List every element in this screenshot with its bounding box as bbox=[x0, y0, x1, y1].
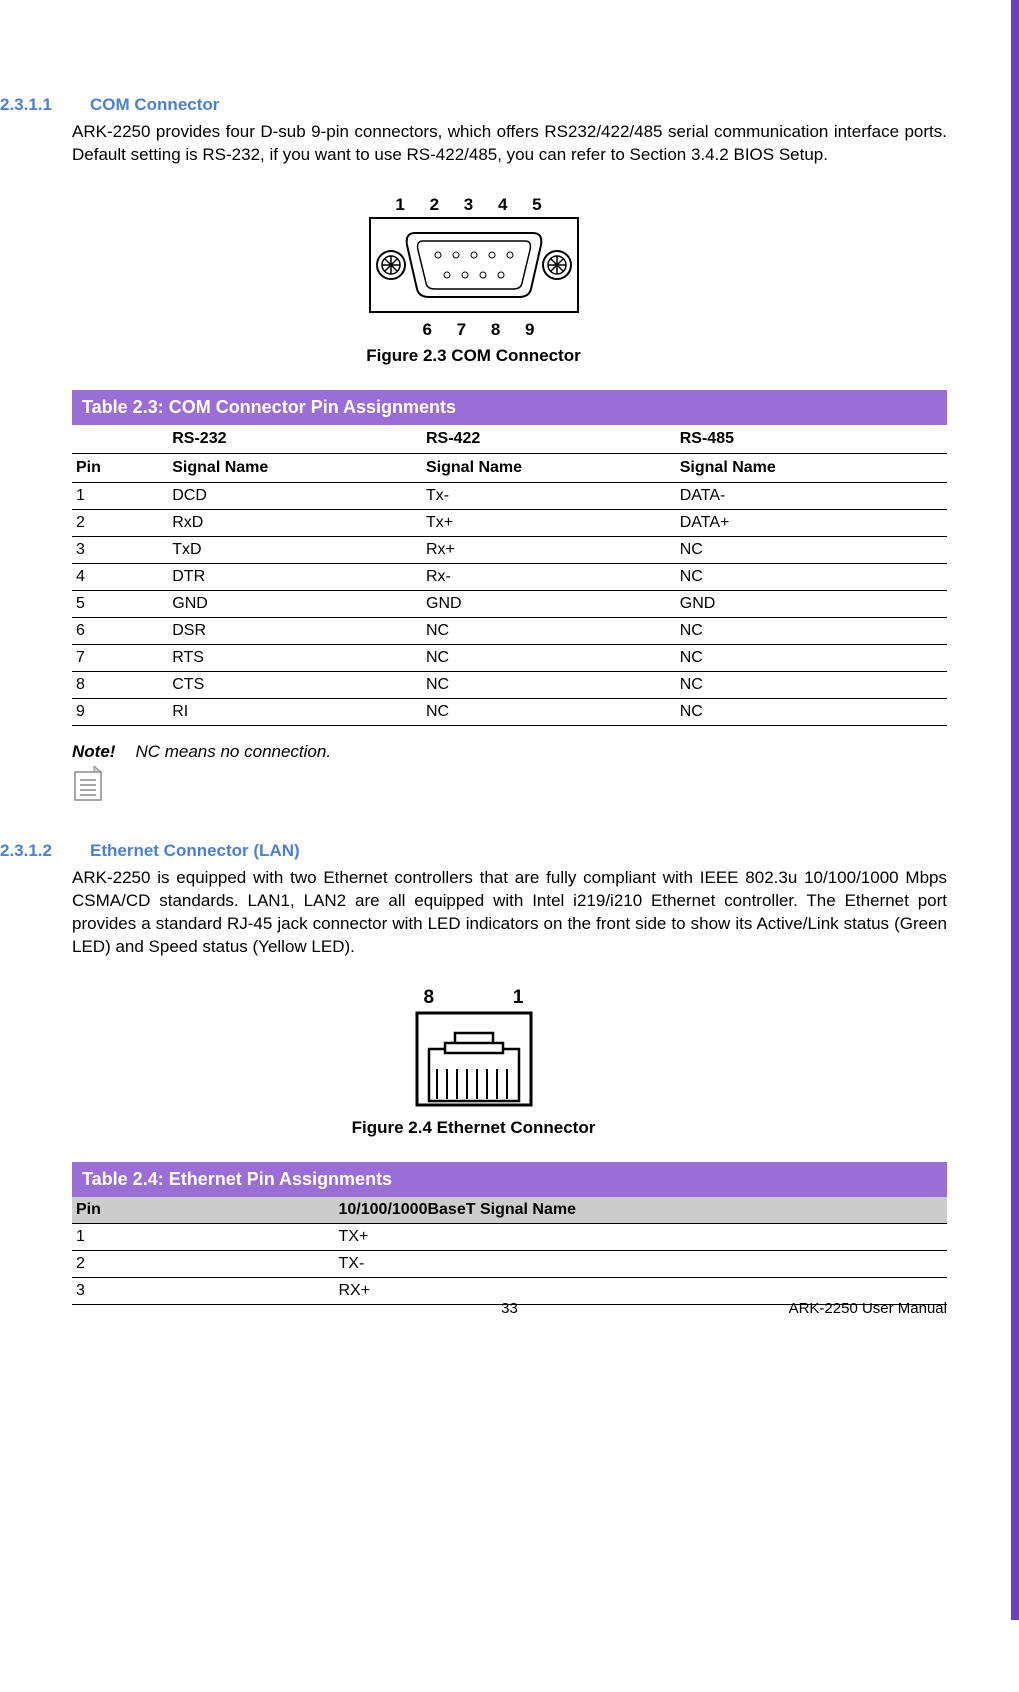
rj45-label-left: 8 bbox=[424, 987, 435, 1009]
com-pin-table: RS-232 RS-422 RS-485 Pin Signal Name Sig… bbox=[72, 425, 947, 726]
figure-com-connector: 1 2 3 4 5 bbox=[0, 195, 947, 366]
rj45-label-right: 1 bbox=[513, 987, 524, 1009]
table-row: 9RINCNC bbox=[72, 698, 947, 725]
section-title: COM Connector bbox=[90, 95, 219, 115]
page-content: 2.3.1.1 COM Connector ARK-2250 provides … bbox=[0, 0, 1019, 1345]
side-stripe bbox=[1011, 0, 1019, 1620]
doc-title: ARK-2250 User Manual bbox=[789, 1300, 947, 1317]
note-row: Note! NC means no connection. bbox=[72, 742, 947, 762]
table-row: 2RxDTx+DATA+ bbox=[72, 509, 947, 536]
com-top-labels: 1 2 3 4 5 bbox=[369, 195, 579, 215]
com-bottom-labels: 6 7 8 9 bbox=[389, 320, 579, 340]
table-row: 8CTSNCNC bbox=[72, 671, 947, 698]
figure-caption: Figure 2.4 Ethernet Connector bbox=[0, 1118, 947, 1138]
note-text: NC means no connection. bbox=[135, 742, 331, 762]
table-row: 4DTRRx-NC bbox=[72, 563, 947, 590]
table-title: Table 2.4: Ethernet Pin Assignments bbox=[72, 1162, 947, 1197]
com-connector-diagram bbox=[369, 217, 579, 313]
table-mode-row: RS-232 RS-422 RS-485 bbox=[72, 425, 947, 454]
table-row: 7RTSNCNC bbox=[72, 644, 947, 671]
section-title: Ethernet Connector (LAN) bbox=[90, 841, 300, 861]
table-header-row: Pin Signal Name Signal Name Signal Name bbox=[72, 453, 947, 482]
section-number: 2.3.1.1 bbox=[0, 95, 72, 115]
rj45-diagram bbox=[415, 1011, 533, 1107]
section-ethernet: 2.3.1.2 Ethernet Connector (LAN) ARK-225… bbox=[0, 841, 947, 959]
section-number: 2.3.1.2 bbox=[0, 841, 72, 861]
table-header-row: Pin 10/100/1000BaseT Signal Name bbox=[72, 1197, 947, 1224]
table-title: Table 2.3: COM Connector Pin Assignments bbox=[72, 390, 947, 425]
ethernet-pin-table: Pin 10/100/1000BaseT Signal Name 1TX+2TX… bbox=[72, 1197, 947, 1305]
section-body: ARK-2250 is equipped with two Ethernet c… bbox=[72, 867, 947, 959]
table-row: 6DSRNCNC bbox=[72, 617, 947, 644]
figure-ethernet: 8 1 bbox=[0, 987, 947, 1138]
section-com-connector: 2.3.1.1 COM Connector ARK-2250 provides … bbox=[0, 95, 947, 167]
table-row: 1TX+ bbox=[72, 1223, 947, 1250]
note-label: Note! bbox=[72, 742, 115, 762]
figure-caption: Figure 2.3 COM Connector bbox=[0, 346, 947, 366]
table-row: 2TX- bbox=[72, 1250, 947, 1277]
table-row: 3TxDRx+NC bbox=[72, 536, 947, 563]
page-footer: 33 ARK-2250 User Manual bbox=[0, 1300, 1019, 1317]
table-com-pins: Table 2.3: COM Connector Pin Assignments… bbox=[72, 390, 947, 726]
table-row: 1DCDTx-DATA- bbox=[72, 482, 947, 509]
table-ethernet-pins: Table 2.4: Ethernet Pin Assignments Pin … bbox=[72, 1162, 947, 1305]
section-body: ARK-2250 provides four D-sub 9-pin conne… bbox=[72, 121, 947, 167]
table-row: 5GNDGNDGND bbox=[72, 590, 947, 617]
note-icon bbox=[72, 766, 947, 807]
